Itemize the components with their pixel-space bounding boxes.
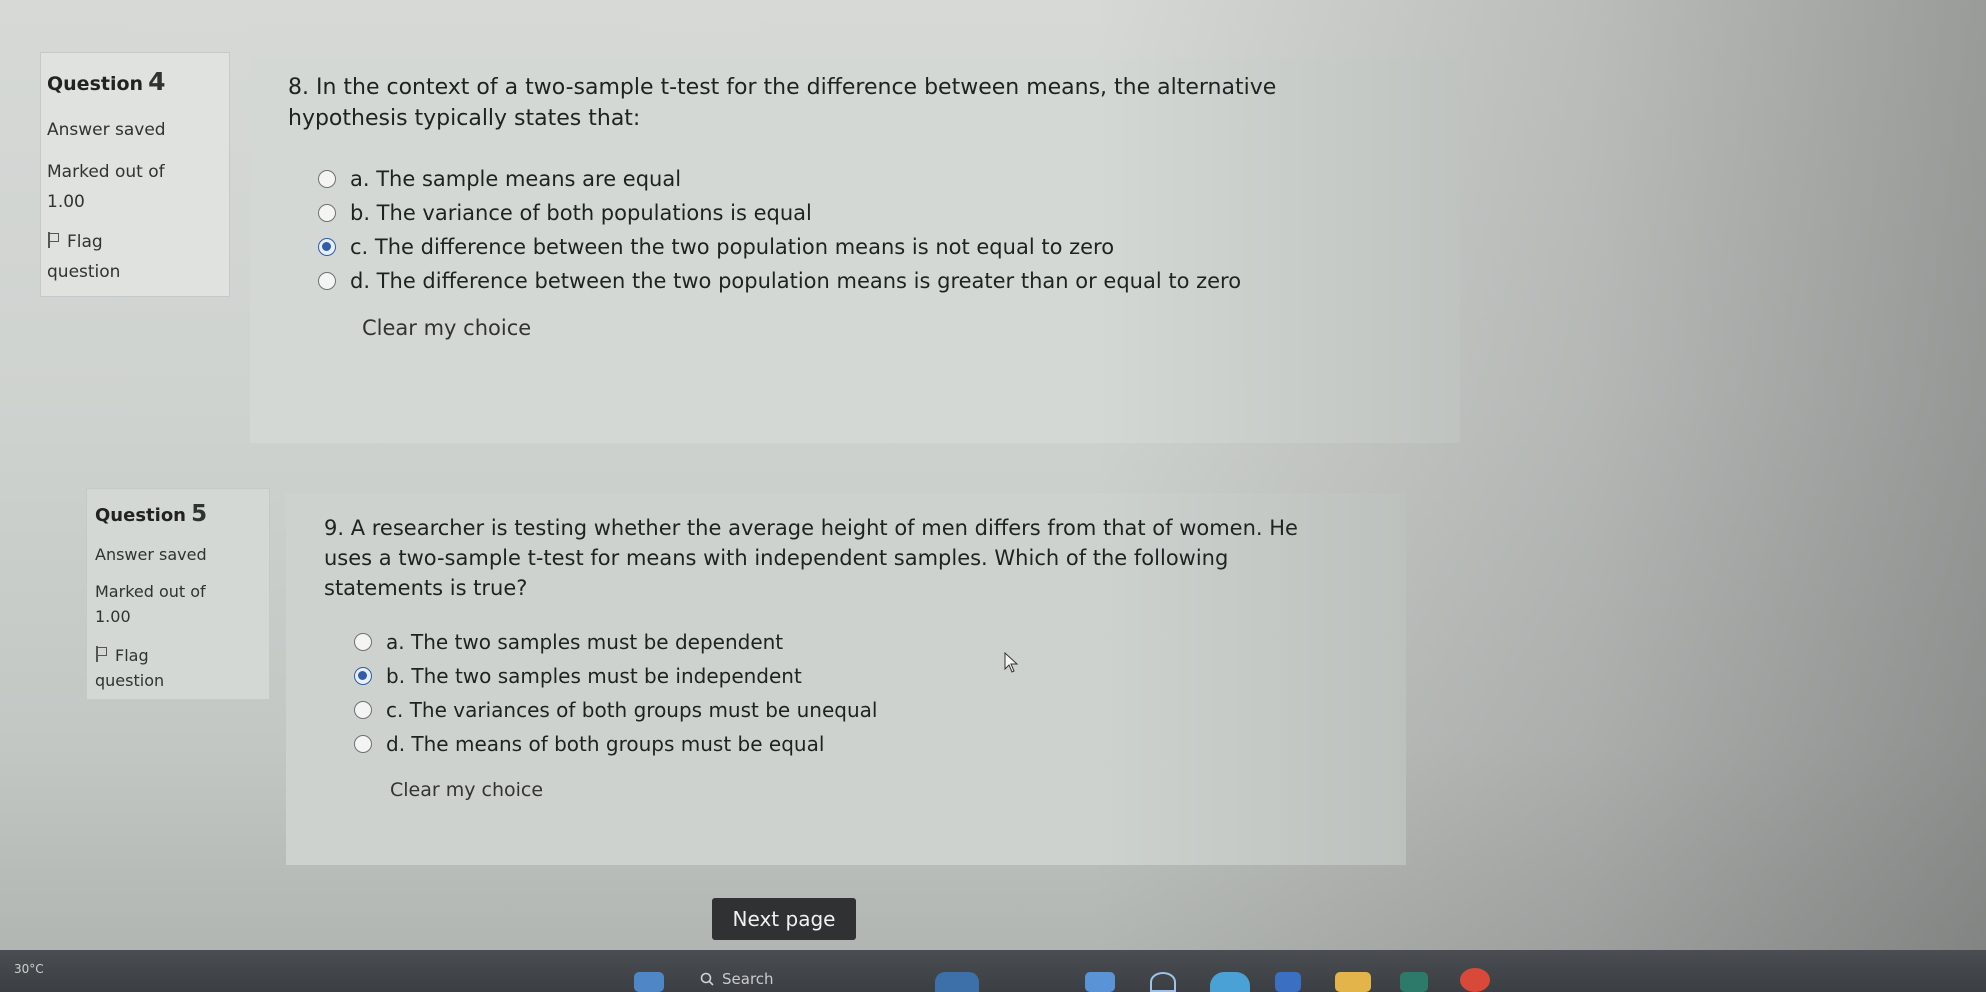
question-5-info: Question 5 Answer saved Marked out of 1.…	[86, 488, 270, 700]
app-icon[interactable]	[1275, 972, 1301, 992]
question-5-content: 9. A researcher is testing whether the a…	[286, 493, 1406, 865]
radio-button-selected[interactable]	[354, 667, 372, 685]
answer-label: a. The two samples must be dependent	[386, 630, 784, 654]
radio-button[interactable]	[354, 701, 372, 719]
app-icon[interactable]	[1400, 972, 1428, 992]
app-icon[interactable]	[1150, 972, 1176, 992]
marked-value: 1.00	[95, 607, 131, 626]
edge-browser-icon[interactable]	[1210, 972, 1250, 992]
answer-label: d. The difference between the two popula…	[350, 269, 1242, 293]
question-label: Question	[47, 73, 144, 95]
answer-option-b[interactable]: b. The variance of both populations is e…	[318, 196, 1460, 230]
answer-options: a. The two samples must be dependent b. …	[354, 625, 1406, 761]
question-label: Question	[95, 505, 186, 526]
flag-icon	[47, 232, 59, 248]
question-5-text: 9. A researcher is testing whether the a…	[324, 513, 1406, 603]
answer-status: Answer saved	[47, 120, 166, 140]
next-page-button[interactable]: Next page	[712, 898, 856, 940]
answer-option-b[interactable]: b. The two samples must be independent	[354, 659, 1406, 693]
quiz-page: Question 4 Answer saved Marked out of 1.…	[0, 0, 1986, 950]
question-4-content: 8. In the context of a two-sample t-test…	[250, 58, 1460, 443]
flag-icon	[95, 646, 107, 662]
flag-label-question: question	[47, 262, 121, 282]
radio-button[interactable]	[318, 272, 336, 290]
answer-option-d[interactable]: d. The means of both groups must be equa…	[354, 727, 1406, 761]
clear-choice-link[interactable]: Clear my choice	[390, 779, 1406, 801]
answer-label: a. The sample means are equal	[350, 167, 682, 191]
flag-label: Flag	[115, 646, 149, 665]
question-4-info: Question 4 Answer saved Marked out of 1.…	[40, 52, 230, 297]
weather-temperature[interactable]: 30°C	[14, 962, 44, 976]
answer-option-d[interactable]: d. The difference between the two popula…	[318, 264, 1460, 298]
radio-button[interactable]	[318, 204, 336, 222]
app-icon[interactable]	[1085, 972, 1115, 992]
question-text-line: statements is true?	[324, 576, 528, 600]
radio-button[interactable]	[354, 633, 372, 651]
radio-button[interactable]	[318, 170, 336, 188]
answer-status: Answer saved	[95, 545, 207, 564]
answer-label: c. The variances of both groups must be …	[386, 698, 878, 722]
answer-label: c. The difference between the two popula…	[350, 235, 1115, 259]
clear-choice-link[interactable]: Clear my choice	[362, 316, 1460, 340]
flag-label-question: question	[95, 671, 165, 690]
question-text-line: uses a two-sample t-test for means with …	[324, 546, 1229, 570]
radio-button[interactable]	[354, 735, 372, 753]
answer-label: b. The variance of both populations is e…	[350, 201, 812, 225]
search-label: Search	[722, 970, 774, 988]
flag-question-link[interactable]: Flag question	[95, 646, 269, 690]
chrome-browser-icon[interactable]	[1460, 968, 1490, 992]
answer-option-c[interactable]: c. The variances of both groups must be …	[354, 693, 1406, 727]
widgets-icon[interactable]	[634, 972, 664, 992]
question-number: 5	[191, 501, 208, 527]
question-text-line: hypothesis typically states that:	[288, 106, 641, 131]
question-4-text: 8. In the context of a two-sample t-test…	[288, 72, 1460, 134]
task-view-icon[interactable]	[935, 972, 979, 992]
file-explorer-icon[interactable]	[1335, 972, 1371, 992]
answer-label: d. The means of both groups must be equa…	[386, 732, 825, 756]
flag-label: Flag	[67, 232, 103, 252]
answer-option-a[interactable]: a. The sample means are equal	[318, 162, 1460, 196]
answer-option-a[interactable]: a. The two samples must be dependent	[354, 625, 1406, 659]
question-text-line: 9. A researcher is testing whether the a…	[324, 516, 1298, 540]
flag-question-link[interactable]: Flag question	[47, 232, 229, 282]
marked-value: 1.00	[47, 192, 85, 212]
answer-options: a. The sample means are equal b. The var…	[318, 162, 1460, 298]
answer-label: b. The two samples must be independent	[386, 664, 802, 688]
search-icon	[700, 972, 714, 986]
taskbar-search[interactable]: Search	[700, 966, 870, 992]
marked-out-of-label: Marked out of	[47, 162, 165, 182]
marked-out-of-label: Marked out of	[95, 582, 206, 601]
answer-option-c[interactable]: c. The difference between the two popula…	[318, 230, 1460, 264]
question-number: 4	[148, 67, 166, 96]
question-4-heading: Question 4	[47, 67, 229, 96]
question-5-heading: Question 5	[95, 501, 269, 527]
windows-taskbar	[0, 950, 1986, 992]
radio-button-selected[interactable]	[318, 238, 336, 256]
question-text-line: 8. In the context of a two-sample t-test…	[288, 75, 1277, 100]
mouse-cursor-icon	[1004, 652, 1019, 673]
